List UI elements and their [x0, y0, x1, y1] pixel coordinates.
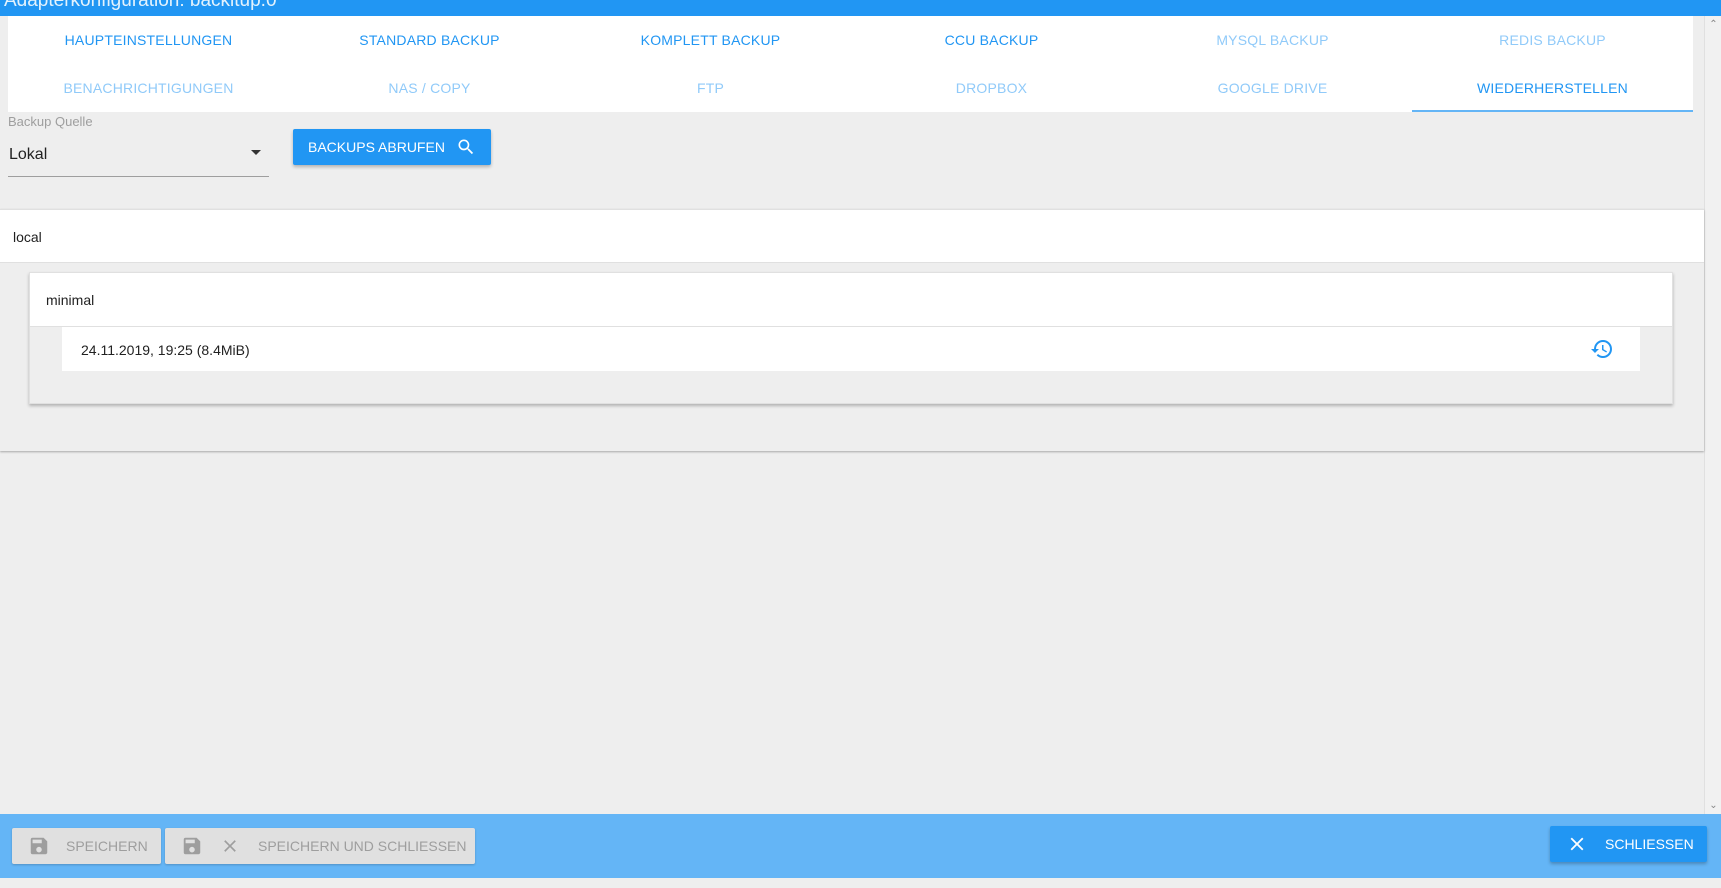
fetch-backups-label: BACKUPS ABRUFEN: [308, 139, 445, 155]
backup-location-header[interactable]: local: [0, 209, 1704, 263]
dialog-footer: SPEICHERN SPEICHERN UND SCHLIESSEN SCHLI…: [0, 814, 1721, 878]
vertical-scrollbar[interactable]: ⌃ ⌄: [1704, 16, 1721, 814]
scroll-down-arrow-icon[interactable]: ⌄: [1705, 797, 1721, 814]
scroll-up-arrow-icon[interactable]: ⌃: [1705, 16, 1721, 33]
search-icon: [458, 139, 474, 155]
backup-source-value: Lokal: [9, 146, 48, 163]
fetch-backups-button[interactable]: BACKUPS ABRUFEN: [293, 129, 491, 165]
tab-bar: HAUPTEINSTELLUNGEN STANDARD BACKUP KOMPL…: [8, 16, 1693, 112]
save-and-close-button[interactable]: SPEICHERN UND SCHLIESSEN: [165, 828, 475, 864]
backup-list-item: 24.11.2019, 19:25 (8.4MiB): [62, 327, 1640, 371]
tab-wiederherstellen[interactable]: WIEDERHERSTELLEN: [1412, 64, 1693, 112]
backup-entry-text: 24.11.2019, 19:25 (8.4MiB): [81, 342, 250, 358]
backup-type-title: minimal: [46, 292, 95, 308]
save-and-close-label: SPEICHERN UND SCHLIESSEN: [258, 838, 467, 854]
close-label: SCHLIESSEN: [1605, 836, 1694, 852]
tab-haupteinstellungen[interactable]: HAUPTEINSTELLUNGEN: [8, 16, 289, 64]
tab-ftp[interactable]: FTP: [570, 64, 851, 112]
tab-nas-copy[interactable]: NAS / COPY: [289, 64, 570, 112]
backup-type-header[interactable]: minimal: [30, 273, 1672, 327]
tab-mysql-backup[interactable]: MYSQL BACKUP: [1132, 16, 1413, 64]
save-icon: [30, 837, 48, 855]
tab-komplett-backup[interactable]: KOMPLETT BACKUP: [570, 16, 851, 64]
close-icon: [224, 840, 236, 852]
save-label: SPEICHERN: [66, 838, 148, 854]
save-button[interactable]: SPEICHERN: [12, 828, 161, 864]
save-icon: [183, 837, 201, 855]
backup-location-title: local: [13, 229, 42, 245]
backup-source-select[interactable]: Lokal: [8, 140, 269, 177]
tab-dropbox[interactable]: DROPBOX: [851, 64, 1132, 112]
tab-standard-backup[interactable]: STANDARD BACKUP: [289, 16, 570, 64]
close-button[interactable]: SCHLIESSEN: [1550, 826, 1707, 862]
backup-type-panel: minimal 24.11.2019, 19:25 (8.4MiB): [29, 272, 1673, 404]
active-tab-indicator: [1412, 110, 1693, 112]
tab-google-drive[interactable]: GOOGLE DRIVE: [1132, 64, 1413, 112]
window-title: Adapterkonfiguration: backitup.0: [4, 0, 277, 11]
tab-benachrichtigungen[interactable]: BENACHRICHTIGUNGEN: [8, 64, 289, 112]
dropdown-arrow-icon: [251, 150, 261, 155]
window-titlebar: Adapterkonfiguration: backitup.0: [0, 0, 1721, 16]
tab-ccu-backup[interactable]: CCU BACKUP: [851, 16, 1132, 64]
backup-source-label: Backup Quelle: [8, 114, 93, 129]
restore-history-icon[interactable]: [1590, 337, 1614, 361]
tab-redis-backup[interactable]: REDIS BACKUP: [1412, 16, 1693, 64]
close-icon: [1570, 837, 1584, 851]
